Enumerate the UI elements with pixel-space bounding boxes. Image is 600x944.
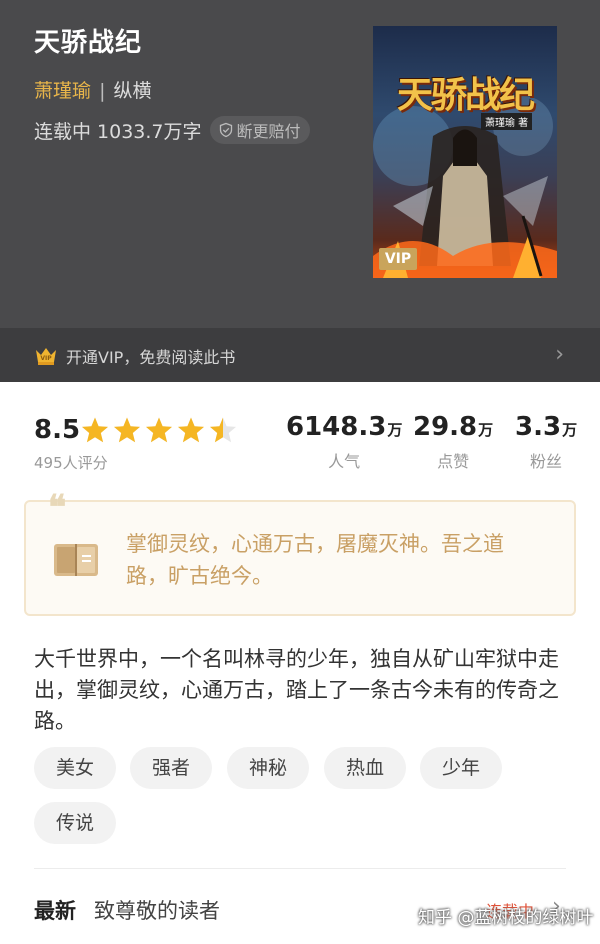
tag-chip[interactable]: 美女 bbox=[34, 747, 116, 789]
svg-text:VIP: VIP bbox=[40, 355, 52, 362]
popularity-label: 人气 bbox=[328, 452, 361, 471]
star-icon bbox=[178, 417, 204, 443]
book-header: 天骄战纪 萧瑾瑜 | 纵横 连载中 1033.7万字 断更赔付 天骄战纪 萧瑾瑜… bbox=[0, 0, 600, 328]
tag-chip[interactable]: 传说 bbox=[34, 802, 116, 844]
likes-unit: 万 bbox=[478, 421, 494, 439]
rating-score: 8.5 bbox=[34, 415, 81, 445]
fans-unit: 万 bbox=[562, 421, 578, 439]
guarantee-badge[interactable]: 断更赔付 bbox=[209, 116, 310, 144]
book-cover[interactable]: 天骄战纪 萧瑾瑜 著 VIP bbox=[373, 26, 557, 278]
likes-value: 29.8 bbox=[413, 412, 478, 442]
likes-label: 点赞 bbox=[437, 452, 470, 471]
meta-line: 连载中 1033.7万字 断更赔付 bbox=[34, 116, 310, 144]
author-separator: | bbox=[99, 80, 106, 102]
likes-stat: 29.8万 点赞 bbox=[413, 412, 493, 472]
open-book-icon bbox=[54, 544, 98, 576]
cover-author-tag: 萧瑾瑜 著 bbox=[481, 113, 533, 130]
fans-value: 3.3 bbox=[515, 412, 562, 442]
rating-count: 495人评分 bbox=[34, 454, 108, 472]
popularity-value: 6148.3 bbox=[286, 412, 387, 442]
latest-chapter-link[interactable]: 致尊敬的读者 bbox=[94, 895, 220, 925]
star-icon bbox=[210, 417, 236, 443]
author-line: 萧瑾瑜 | 纵横 bbox=[34, 76, 152, 103]
divider bbox=[34, 868, 566, 869]
book-title: 天骄战纪 bbox=[34, 28, 143, 58]
status-words: 连载中 1033.7万字 bbox=[34, 120, 202, 143]
star-icon bbox=[114, 417, 140, 443]
vip-promo-text: 开通VIP，免费阅读此书 bbox=[66, 348, 236, 367]
star-icon bbox=[146, 417, 172, 443]
tag-chip[interactable]: 强者 bbox=[130, 747, 212, 789]
crown-icon: VIP bbox=[36, 348, 56, 365]
vip-badge: VIP bbox=[379, 248, 417, 270]
category-label: 纵横 bbox=[113, 80, 152, 102]
guarantee-label: 断更赔付 bbox=[236, 122, 301, 141]
quote-mark-icon: ❝ bbox=[48, 488, 67, 528]
latest-label: 最新 bbox=[34, 899, 76, 923]
cover-artwork bbox=[373, 96, 557, 278]
tag-chip[interactable]: 神秘 bbox=[227, 747, 309, 789]
vip-promo-bar[interactable]: VIP 开通VIP，免费阅读此书 › bbox=[0, 328, 600, 382]
tagline-text: 掌御灵纹，心通万古，屠魔灭神。吾之道路，旷古绝今。 bbox=[126, 532, 504, 588]
chevron-right-icon: › bbox=[555, 342, 564, 367]
fans-label: 粉丝 bbox=[530, 452, 563, 471]
cover-title: 天骄战纪 bbox=[396, 74, 535, 116]
watermark: 知乎 @蓝树枝的绿树叶 bbox=[418, 908, 594, 928]
fans-stat: 3.3万 粉丝 bbox=[515, 412, 577, 472]
shield-check-icon bbox=[219, 122, 232, 138]
tagline-box: 掌御灵纹，心通万古，屠魔灭神。吾之道路，旷古绝今。 bbox=[24, 500, 576, 616]
rating-stars bbox=[80, 416, 240, 444]
star-icon bbox=[82, 417, 108, 443]
popularity-unit: 万 bbox=[387, 421, 403, 439]
stats-row: 8.5 495人评分 6148.3万 人气 29.8万 点赞 3.3万 粉丝 bbox=[0, 382, 600, 482]
tag-chip[interactable]: 少年 bbox=[420, 747, 502, 789]
popularity-stat: 6148.3万 人气 bbox=[286, 412, 402, 472]
tag-chip[interactable]: 热血 bbox=[324, 747, 406, 789]
author-link[interactable]: 萧瑾瑜 bbox=[34, 80, 91, 102]
synopsis-text[interactable]: 大千世界中，一个名叫林寻的少年，独自从矿山牢狱中走出，掌御灵纹，心通万古，踏上了… bbox=[34, 644, 564, 737]
